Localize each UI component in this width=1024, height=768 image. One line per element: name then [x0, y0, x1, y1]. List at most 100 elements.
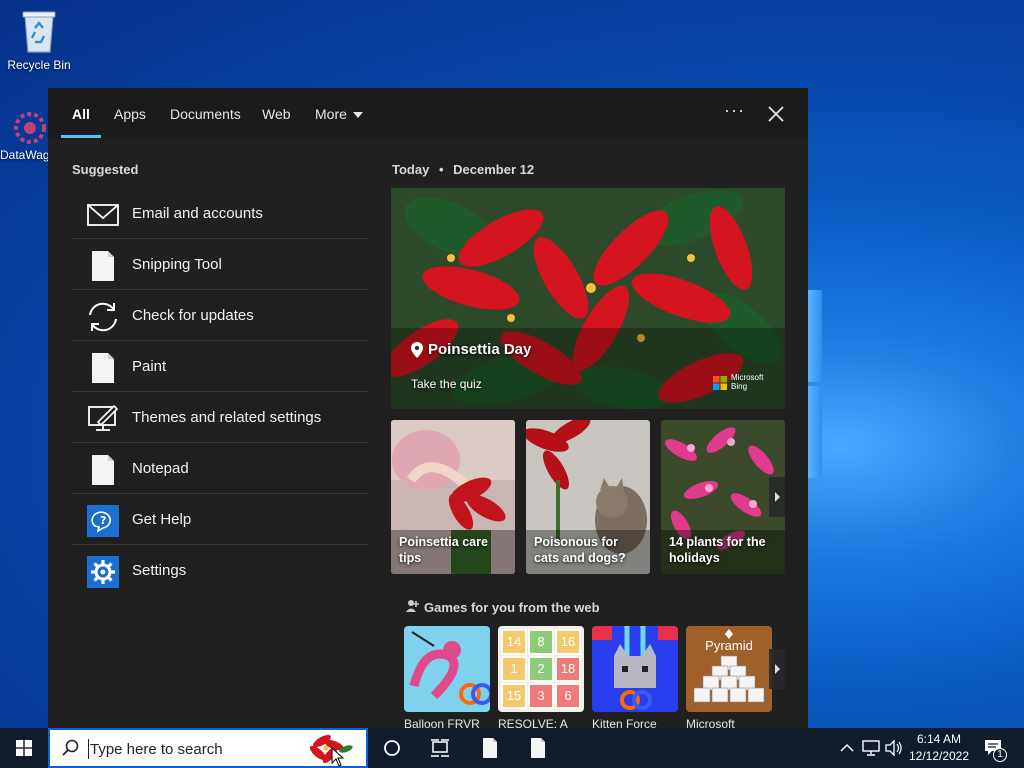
search-input[interactable]: Type here to search: [90, 741, 223, 758]
suggested-heading: Suggested: [72, 162, 139, 177]
taskbar-search-box[interactable]: Type here to search: [48, 728, 368, 768]
network-icon[interactable]: [862, 740, 880, 756]
suggested-item-themes[interactable]: Themes and related settings: [72, 392, 368, 443]
suggested-item-label: Email and accounts: [132, 205, 263, 222]
start-button[interactable]: [0, 728, 48, 768]
cards-next-button[interactable]: [769, 477, 785, 517]
poinsettia-day-hero-card[interactable]: Poinsettia Day Take the quiz Microsoft B…: [391, 188, 785, 409]
suggested-item-label: Themes and related settings: [132, 409, 322, 426]
location-pin-icon: [411, 342, 423, 358]
resolve-tile: 18: [560, 661, 576, 676]
resolve-tile: 3: [537, 688, 545, 703]
resolve-tile: 8: [537, 634, 545, 649]
tab-web[interactable]: Web: [262, 106, 291, 122]
badge-line-1: Microsoft: [731, 373, 764, 382]
chevron-right-icon: [775, 664, 780, 674]
card-label: 14 plants for the holidays: [669, 535, 766, 565]
mail-icon: [87, 204, 119, 226]
chevron-down-icon: [352, 112, 363, 119]
suggested-item-get-help[interactable]: ? Get Help: [72, 494, 368, 545]
suggested-item-check-for-updates[interactable]: Check for updates: [72, 290, 368, 341]
desktop-icon-label: Recycle Bin: [7, 58, 71, 72]
more-options-button[interactable]: ···: [724, 100, 745, 121]
game-kitten-force[interactable]: [592, 626, 678, 712]
windows-logo-icon: [16, 740, 32, 756]
resolve-tile: 2: [537, 661, 545, 676]
desktop-icon-recycle-bin[interactable]: Recycle Bin: [1, 6, 77, 72]
balloon-game-icon: [404, 626, 490, 712]
search-tab-bar: All Apps Documents Web More ···: [48, 88, 808, 140]
game-microsoft-pyramid[interactable]: Pyramid: [686, 626, 772, 712]
suggested-item-settings[interactable]: Settings: [72, 545, 368, 596]
card-14-plants-for-holidays[interactable]: 14 plants for the holidays: [661, 420, 785, 574]
recycle-bin-icon: [22, 11, 56, 53]
volume-icon[interactable]: [885, 740, 903, 756]
chevron-right-icon: [775, 492, 780, 502]
game-balloon-frvr[interactable]: [404, 626, 490, 712]
close-icon[interactable]: [764, 102, 788, 126]
tab-all[interactable]: All: [72, 106, 90, 122]
today-date: December 12: [453, 162, 535, 177]
card-label: Poisonous for cats and dogs?: [534, 535, 626, 565]
game-label: Microsoft: [686, 717, 735, 728]
desktop-light-beam-upper: [808, 290, 822, 382]
tab-more[interactable]: More: [315, 106, 363, 122]
document-icon: [483, 738, 497, 758]
card-poinsettia-care-tips[interactable]: Poinsettia care tips: [391, 420, 515, 574]
hero-title: Poinsettia Day: [428, 341, 532, 358]
suggested-item-email-and-accounts[interactable]: Email and accounts: [72, 188, 368, 239]
resolve-tile: 1: [510, 661, 518, 676]
today-heading: Today • December 12: [392, 162, 534, 177]
suggested-item-paint[interactable]: Paint: [72, 341, 368, 392]
mouse-cursor-icon: [331, 747, 345, 767]
taskbar-app-document-1[interactable]: [470, 728, 510, 768]
resolve-tile: 16: [560, 634, 576, 649]
action-center-button[interactable]: 1: [978, 728, 1018, 768]
pyramid-title: Pyramid: [705, 638, 753, 653]
game-label: RESOLVE: A: [498, 717, 568, 728]
games-people-icon: [406, 600, 419, 612]
search-panel: All Apps Documents Web More ··· Suggeste…: [48, 88, 808, 728]
game-label: Balloon FRVR: [404, 717, 480, 728]
suggested-item-label: Settings: [132, 562, 187, 579]
svg-text:?: ?: [100, 514, 106, 527]
tab-apps[interactable]: Apps: [114, 106, 146, 122]
clock[interactable]: 6:14 AM 12/12/2022: [904, 731, 974, 765]
suggested-item-label: Paint: [132, 358, 167, 375]
clock-time: 6:14 AM: [916, 732, 962, 746]
resolve-tile-numbers: 14 8 16 1 2 18 15 3 6: [502, 630, 580, 708]
microsoft-logo-icon: [713, 376, 727, 390]
cortana-icon: [384, 740, 400, 756]
suggested-item-label: Check for updates: [132, 307, 254, 324]
game-label: Kitten Force: [592, 717, 657, 728]
resolve-tile: 15: [506, 688, 522, 703]
personalize-icon: [88, 404, 119, 431]
sync-icon: [89, 302, 117, 332]
chevron-up-icon[interactable]: [840, 743, 854, 753]
clock-date: 12/12/2022: [908, 749, 970, 763]
task-view-button[interactable]: [420, 728, 460, 768]
gear-icon: [87, 556, 119, 588]
active-tab-indicator: [61, 135, 101, 138]
kitten-force-game-icon: [592, 626, 678, 712]
card-poisonous-for-cats[interactable]: Poisonous for cats and dogs?: [526, 420, 650, 574]
game-resolve[interactable]: 14 8 16 1 2 18 15 3 6: [498, 626, 584, 712]
cortana-button[interactable]: [372, 728, 412, 768]
document-icon: [92, 455, 114, 485]
taskbar-app-document-2[interactable]: [518, 728, 558, 768]
resolve-tile: 14: [506, 634, 522, 649]
card-label: Poinsettia care tips: [399, 535, 488, 565]
suggested-item-snipping-tool[interactable]: Snipping Tool: [72, 239, 368, 290]
desktop-icon-datawag[interactable]: DataWag: [0, 108, 50, 162]
games-heading: Games for you from the web: [424, 600, 600, 615]
tab-more-label: More: [315, 106, 347, 122]
desktop-icon-label: DataWag: [0, 148, 50, 162]
today-label: Today: [392, 162, 430, 177]
suggested-item-label: Get Help: [132, 511, 192, 528]
hero-subtitle: Take the quiz: [411, 377, 482, 391]
games-next-button[interactable]: [769, 649, 785, 689]
tab-documents[interactable]: Documents: [170, 106, 241, 122]
document-icon: [92, 353, 114, 383]
suggested-item-label: Notepad: [132, 460, 189, 477]
suggested-item-notepad[interactable]: Notepad: [72, 443, 368, 494]
